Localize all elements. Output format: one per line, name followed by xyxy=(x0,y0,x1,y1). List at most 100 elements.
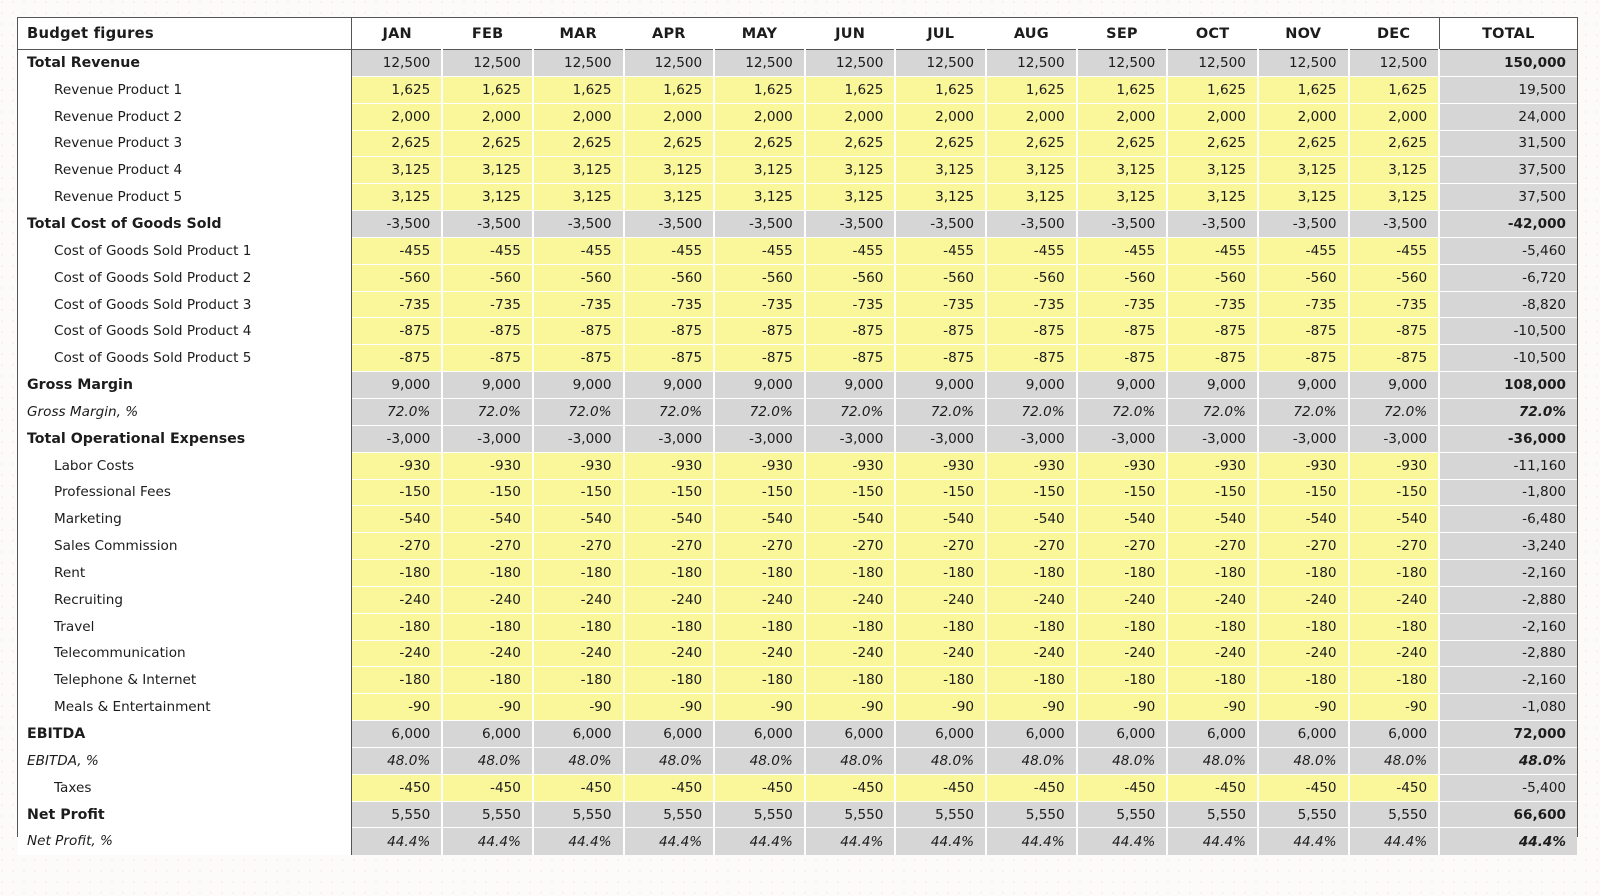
cell-dec[interactable]: 12,500 xyxy=(1348,49,1441,77)
cell-dec[interactable]: -180 xyxy=(1348,613,1441,641)
cell-mar[interactable]: -930 xyxy=(532,452,625,480)
cell-aug[interactable]: 5,550 xyxy=(986,801,1078,829)
cell-sep[interactable]: 5,550 xyxy=(1076,801,1169,829)
cell-jan[interactable]: -735 xyxy=(351,291,444,319)
cell-aug[interactable]: 3,125 xyxy=(986,156,1078,185)
cell-aug[interactable]: -150 xyxy=(986,479,1078,507)
cell-total[interactable]: -1,800 xyxy=(1438,479,1577,507)
cell-dec[interactable]: -930 xyxy=(1348,452,1441,480)
cell-oct[interactable]: 9,000 xyxy=(1167,371,1259,399)
cell-may[interactable]: -270 xyxy=(714,532,806,561)
cell-jan[interactable]: -90 xyxy=(351,693,444,722)
cell-jul[interactable]: -3,500 xyxy=(895,210,988,238)
cell-aug[interactable]: -180 xyxy=(986,666,1078,695)
cell-dec[interactable]: -240 xyxy=(1348,586,1441,614)
cell-may[interactable]: 48.0% xyxy=(714,747,806,775)
cell-oct[interactable]: -90 xyxy=(1167,693,1259,722)
cell-oct[interactable]: 5,550 xyxy=(1167,801,1259,829)
cell-jan[interactable]: 2,000 xyxy=(351,103,444,131)
cell-oct[interactable]: -560 xyxy=(1167,264,1259,292)
cell-aug[interactable]: -875 xyxy=(986,344,1078,373)
cell-may[interactable]: -150 xyxy=(714,479,806,507)
cell-apr[interactable]: -455 xyxy=(623,237,716,265)
cell-jan[interactable]: -180 xyxy=(351,559,444,587)
cell-feb[interactable]: -270 xyxy=(442,532,534,561)
cell-may[interactable]: -180 xyxy=(714,666,806,695)
row-label[interactable]: Telephone & Internet xyxy=(18,666,353,694)
cell-sep[interactable]: 48.0% xyxy=(1076,747,1169,775)
row-label[interactable]: Total Cost of Goods Sold xyxy=(18,210,353,238)
cell-jun[interactable]: -270 xyxy=(804,532,897,561)
row-label[interactable]: Cost of Goods Sold Product 1 xyxy=(18,237,353,265)
cell-feb[interactable]: 3,125 xyxy=(442,156,534,185)
cell-may[interactable]: 1,625 xyxy=(714,76,806,104)
cell-dec[interactable]: -3,000 xyxy=(1348,425,1441,453)
cell-nov[interactable]: -270 xyxy=(1257,532,1350,561)
cell-jul[interactable]: -150 xyxy=(895,479,988,507)
table-row[interactable]: Net Profit, % 44.4% 44.4% 44.4% 44.4% 44.4% 44… xyxy=(18,827,1577,855)
cell-dec[interactable]: -180 xyxy=(1348,666,1441,695)
cell-mar[interactable]: -3,000 xyxy=(532,425,625,453)
cell-nov[interactable]: 3,125 xyxy=(1257,183,1350,212)
cell-mar[interactable]: 48.0% xyxy=(532,747,625,775)
cell-oct[interactable]: -3,000 xyxy=(1167,425,1259,453)
cell-jan[interactable]: -180 xyxy=(351,613,444,641)
cell-feb[interactable]: -180 xyxy=(442,613,534,641)
cell-jul[interactable]: -930 xyxy=(895,452,988,480)
cell-may[interactable]: -930 xyxy=(714,452,806,480)
column-header-jul[interactable]: JUL xyxy=(895,18,987,50)
cell-jan[interactable]: 1,625 xyxy=(351,76,444,104)
cell-jan[interactable]: -560 xyxy=(351,264,444,292)
cell-total[interactable]: -36,000 xyxy=(1438,425,1577,453)
cell-jul[interactable]: -180 xyxy=(895,613,988,641)
column-header-jan[interactable]: JAN xyxy=(351,18,443,50)
row-label[interactable]: Revenue Product 3 xyxy=(18,130,353,157)
cell-jan[interactable]: -150 xyxy=(351,479,444,507)
cell-may[interactable]: -180 xyxy=(714,559,806,587)
cell-jun[interactable]: -150 xyxy=(804,479,897,507)
cell-jan[interactable]: -540 xyxy=(351,505,444,534)
cell-may[interactable]: -455 xyxy=(714,237,806,265)
table-row[interactable]: Taxes -450 -450 -450 -450 -450 -450 -450 -450 -45… xyxy=(18,774,1577,802)
cell-jun[interactable]: -3,500 xyxy=(804,210,897,238)
cell-dec[interactable]: -270 xyxy=(1348,532,1441,561)
table-row[interactable]: Cost of Goods Sold Product 1 -455 -455 -455… xyxy=(18,237,1577,265)
cell-jan[interactable]: -3,000 xyxy=(351,425,444,453)
cell-jan[interactable]: -875 xyxy=(351,344,444,373)
cell-sep[interactable]: -560 xyxy=(1076,264,1169,292)
table-row[interactable]: Revenue Product 4 3,125 3,125 3,125 3,125 3,1… xyxy=(18,156,1577,185)
cell-mar[interactable]: -180 xyxy=(532,666,625,695)
table-row[interactable]: EBITDA 6,000 6,000 6,000 6,000 6,000 6,000 6,00… xyxy=(18,720,1577,748)
cell-sep[interactable]: -270 xyxy=(1076,532,1169,561)
cell-jan[interactable]: -455 xyxy=(351,237,444,265)
cell-mar[interactable]: -875 xyxy=(532,317,625,346)
cell-jul[interactable]: 12,500 xyxy=(895,49,988,77)
cell-jan[interactable]: -270 xyxy=(351,532,444,561)
cell-dec[interactable]: 1,625 xyxy=(1348,76,1441,104)
cell-may[interactable]: 9,000 xyxy=(714,371,806,399)
cell-dec[interactable]: 72.0% xyxy=(1348,398,1441,426)
cell-mar[interactable]: 2,625 xyxy=(532,130,625,158)
cell-dec[interactable]: -875 xyxy=(1348,344,1441,373)
cell-apr[interactable]: -875 xyxy=(623,317,716,346)
cell-jan[interactable]: -3,500 xyxy=(351,210,444,238)
row-label[interactable]: Telecommunication xyxy=(18,640,353,667)
cell-feb[interactable]: 3,125 xyxy=(442,183,534,212)
cell-aug[interactable]: -90 xyxy=(986,693,1078,722)
cell-jul[interactable]: -180 xyxy=(895,559,988,587)
cell-nov[interactable]: -450 xyxy=(1257,774,1350,802)
cell-apr[interactable]: 1,625 xyxy=(623,76,716,104)
cell-feb[interactable]: -150 xyxy=(442,479,534,507)
cell-feb[interactable]: 72.0% xyxy=(442,398,534,426)
cell-jan[interactable]: 3,125 xyxy=(351,156,444,185)
cell-dec[interactable]: -455 xyxy=(1348,237,1441,265)
cell-jun[interactable]: 3,125 xyxy=(804,183,897,212)
cell-total[interactable]: -2,880 xyxy=(1438,586,1577,614)
cell-nov[interactable]: -180 xyxy=(1257,559,1350,587)
cell-dec[interactable]: 3,125 xyxy=(1348,183,1441,212)
cell-oct[interactable]: -180 xyxy=(1167,559,1259,587)
cell-sep[interactable]: -150 xyxy=(1076,479,1169,507)
cell-sep[interactable]: -3,000 xyxy=(1076,425,1169,453)
cell-jul[interactable]: -270 xyxy=(895,532,988,561)
cell-feb[interactable]: -180 xyxy=(442,666,534,695)
